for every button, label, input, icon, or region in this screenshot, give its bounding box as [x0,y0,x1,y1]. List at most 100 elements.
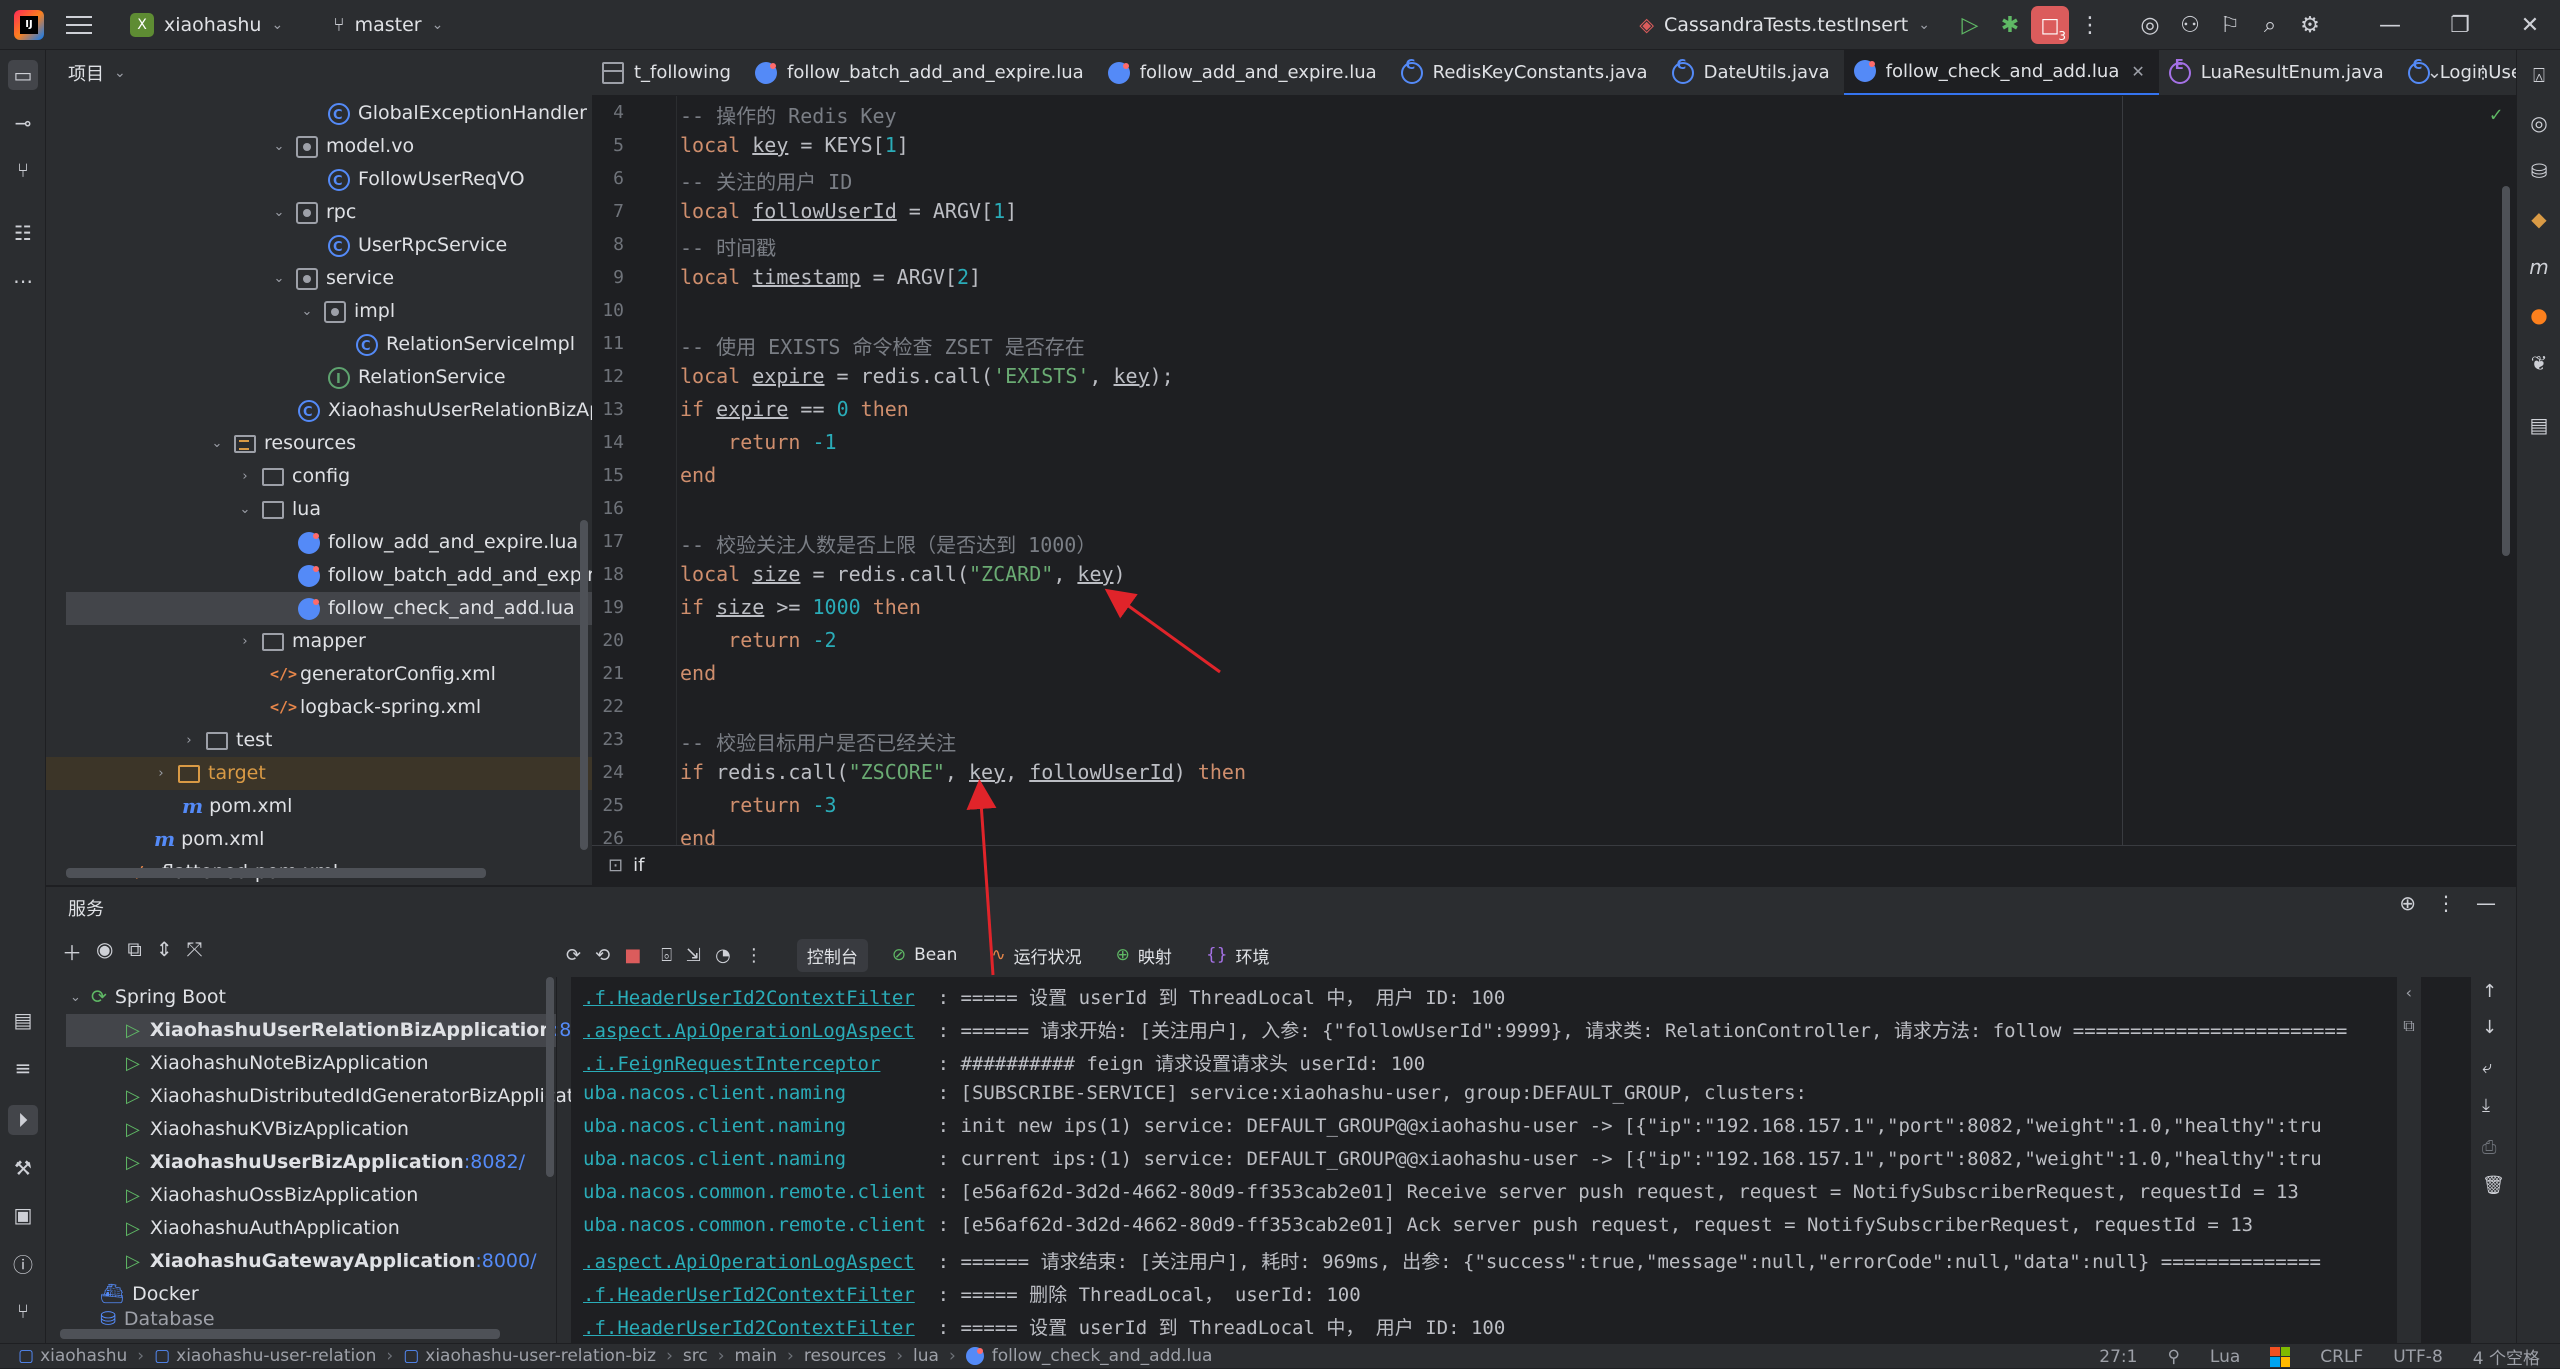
chevron-down-icon[interactable]: ⌄ [70,981,81,1014]
translate-icon[interactable]: ⚐ [2210,5,2250,45]
tree-item[interactable]: UserRpcService [328,229,507,264]
log-logger-link[interactable]: .f.HeaderUserId2ContextFilter [583,1284,915,1306]
ai-assistant-icon[interactable]: ◎ [2130,5,2170,45]
close-window-icon[interactable]: ✕ [2510,5,2550,45]
services-tree-scrollbar[interactable] [546,977,554,1177]
services-tree-item[interactable]: ▷ XiaohashuKVBizApplication [126,1113,409,1146]
panel-options-icon[interactable]: ⋮ [2436,891,2456,915]
notifications-icon[interactable]: ⍓ [2524,60,2554,90]
caret-position[interactable]: 27:1 [2099,1347,2137,1367]
line-number[interactable]: 10 [592,300,624,321]
services-tool-icon[interactable]: ⏵ [8,1105,38,1135]
run-configuration-selector[interactable]: ◈ CassandraTests.testInsert ⌄ [1639,14,1930,36]
console-tab[interactable]: 控制台 [796,938,868,972]
log-logger-link[interactable]: .aspect.ApiOperationLogAspect [583,1020,915,1042]
chevron-right-icon[interactable]: › [180,724,198,757]
line-number[interactable]: 14 [592,432,624,453]
terminal-icon[interactable]: ▣ [8,1200,38,1230]
search-icon[interactable]: ⌕ [2250,5,2290,45]
services-tree-item[interactable]: ⛁ Database [100,1309,215,1329]
log-filter-icon[interactable]: ⧉ [2397,1016,2421,1036]
crumb[interactable]: xiaohashu [40,1346,127,1366]
debug-icon[interactable]: ✱ [1990,5,2030,45]
tree-item-selected[interactable]: follow_check_and_add.lua [66,592,592,625]
print-icon[interactable]: ⎙ [2482,1137,2496,1158]
tree-item[interactable]: ⌄ model.vo [270,130,414,163]
structure-tool-icon[interactable]: ☷ [8,218,38,248]
stop-icon[interactable]: ■ [624,945,641,966]
profiler-icon[interactable]: ◔ [715,945,731,966]
tree-item[interactable]: m pom.xml [182,790,292,823]
line-number[interactable]: 11 [592,333,624,354]
tree-item[interactable]: ⌄ resources [208,427,357,460]
chevron-right-icon[interactable]: › [236,460,254,493]
line-number[interactable]: 8 [592,234,624,255]
mappings-tab[interactable]: ⊕ 映射 [1106,939,1182,972]
log-logger-link[interactable]: uba.nacos.common.remote.client [583,1181,926,1203]
bookmarks-icon[interactable]: ▤ [8,1005,38,1035]
chevron-down-icon[interactable]: ⌄ [270,196,288,229]
gradle-icon[interactable]: ● [2524,300,2554,330]
services-tree-item[interactable]: ▷ XiaohashuAuthApplication [126,1212,400,1245]
collapse-all-icon[interactable]: ⤧ [187,937,203,966]
project-switcher[interactable]: X xiaohashu ⌄ [120,5,293,45]
line-number[interactable]: 18 [592,564,624,585]
tab-redis-key-constants[interactable]: RedisKeyConstants.java [1391,50,1662,95]
tree-item[interactable]: </> generatorConfig.xml [270,658,496,691]
tab-follow-check-and-add[interactable]: follow_check_and_add.lua ✕ [1843,50,2159,95]
crumb[interactable]: main [735,1346,777,1366]
chevron-down-icon[interactable]: ⌄ [270,262,288,295]
tab-t-following[interactable]: t_following [592,50,745,95]
chevron-right-icon[interactable]: › [152,757,170,790]
tree-item[interactable]: › test [180,724,272,757]
line-number[interactable]: 7 [592,201,624,222]
file-preview-icon[interactable]: ▤ [2524,410,2554,440]
line-number[interactable]: 20 [592,630,624,651]
services-tree-item[interactable]: ▷ XiaohashuUserBizApplication:8082/ [126,1146,525,1179]
build-tool-icon[interactable]: ⚒ [8,1153,38,1183]
tree-item[interactable]: RelationServiceImpl [356,328,575,363]
chevron-right-icon[interactable]: › [236,625,254,658]
plugin-icon[interactable]: ◆ [2524,204,2554,234]
vcs-branch-switcher[interactable]: ⑂ master ⌄ [323,5,453,45]
services-tree-item[interactable]: ▷ XiaohashuDistributedIdGeneratorBizAppli… [126,1080,591,1113]
indent-setting[interactable]: 4 个空格 [2473,1344,2540,1369]
status-breadcrumb[interactable]: ▢ xiaohashu › ▢ xiaohashu-user-relation › ▢ x… [18,1346,1212,1366]
database-icon[interactable]: ⛁ [2524,156,2554,186]
log-logger-link[interactable]: uba.nacos.client.naming [583,1082,846,1104]
tab-follow-batch-add-and-expire[interactable]: follow_batch_add_and_expire.lua [745,50,1098,95]
tab-date-utils[interactable]: DateUtils.java [1662,50,1844,95]
add-service-icon[interactable]: ＋ [62,937,82,966]
ai-chat-icon[interactable]: ◎ [2524,108,2554,138]
line-number[interactable]: 13 [592,399,624,420]
log-logger-link[interactable]: uba.nacos.client.naming [583,1148,846,1170]
restore-window-icon[interactable]: ❐ [2440,5,2480,45]
log-logger-link[interactable]: .aspect.ApiOperationLogAspect [583,1251,915,1273]
tree-item[interactable]: GlobalExceptionHandler [328,97,587,132]
line-number[interactable]: 22 [592,696,624,717]
crumb[interactable]: src [683,1346,708,1366]
project-tree-scrollbar[interactable] [580,520,588,850]
scroll-to-end-icon[interactable]: ⤓ [2482,1095,2490,1116]
crumb[interactable]: follow_check_and_add.lua [992,1346,1213,1366]
tree-item[interactable]: follow_add_and_expire.lua [298,526,578,559]
code-editor[interactable]: ✓ 4 5 6 7 8 9 10 11 12 13 14 15 16 17 18 19 20 21 22 23 24 25… [592,96,2516,845]
main-menu-icon[interactable] [66,15,92,34]
services-tree-item[interactable]: ⌄ ⟳ Spring Boot [70,981,226,1014]
crumb[interactable]: xiaohashu-user-relation [176,1346,376,1366]
tree-item[interactable]: </> logback-spring.xml [270,691,481,724]
tree-item[interactable]: ⌄ lua [236,493,321,526]
tree-item[interactable]: ⌄ impl [298,295,395,328]
tree-item[interactable]: FollowUserReqVO [328,163,525,198]
services-tree-item[interactable]: ▷ XiaohashuOssBizApplication [126,1179,418,1212]
tree-item[interactable]: follow_batch_add_and_expire.l [298,559,592,592]
health-tab[interactable]: ∿ 运行状况 [981,939,1091,972]
line-number[interactable]: 6 [592,168,624,189]
line-number[interactable]: 21 [592,663,624,684]
project-tool-icon[interactable]: ▭ [8,60,38,90]
line-number[interactable]: 26 [592,828,624,845]
chevron-down-icon[interactable]: ⌄ [208,427,226,460]
editor-scrollbar[interactable] [2502,186,2510,556]
tab-options-icon[interactable]: ⋮ [2464,50,2506,95]
inspection-ok-check-icon[interactable]: ✓ [2490,102,2502,126]
